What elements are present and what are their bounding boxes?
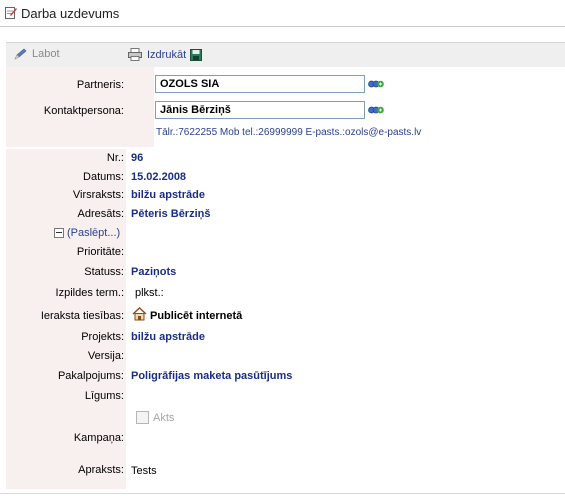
edit-button[interactable]: Labot bbox=[14, 48, 60, 60]
page-title: Darba uzdevums bbox=[21, 6, 120, 21]
description-value: Tests bbox=[131, 465, 157, 477]
edit-document-icon bbox=[5, 7, 17, 19]
contact-lookup-icon[interactable] bbox=[368, 104, 384, 116]
save-disk-icon[interactable] bbox=[190, 48, 203, 61]
description-label: Apraksts: bbox=[78, 464, 124, 476]
version-label: Versija: bbox=[87, 350, 124, 362]
date-value: 15.02.2008 bbox=[131, 171, 187, 183]
hide-details-toggle[interactable]: (Paslēpt...) bbox=[54, 227, 120, 239]
due-time-value: plkst.: bbox=[135, 287, 164, 299]
subject-label: Virsraksts: bbox=[72, 189, 124, 201]
collapse-icon bbox=[54, 228, 64, 238]
hide-details-label: (Paslēpt...) bbox=[67, 227, 121, 239]
due-label: Izpildes term.: bbox=[55, 287, 124, 299]
contact-details: Tālr.:7622255 Mob tel.:26999999 E-pasts.… bbox=[156, 127, 422, 138]
printer-icon bbox=[128, 48, 142, 61]
nr-label: Nr.: bbox=[106, 152, 124, 164]
akts-checkbox[interactable] bbox=[136, 411, 149, 424]
partner-label: Partneris: bbox=[76, 79, 124, 91]
access-value: Publicēt internetā bbox=[150, 310, 243, 322]
bottom-divider bbox=[0, 493, 565, 494]
print-button[interactable]: Izdrukāt bbox=[128, 48, 203, 61]
date-label: Datums: bbox=[83, 171, 124, 183]
pencil-icon bbox=[14, 48, 27, 60]
service-value: Poligrāfijas maketa pasūtījums bbox=[131, 370, 293, 382]
contact-person-input[interactable]: Jānis Bērziņš bbox=[155, 101, 365, 119]
partner-input[interactable]: OZOLS SIA bbox=[155, 75, 365, 93]
title-bar: Darba uzdevums bbox=[0, 0, 565, 27]
nr-value: 96 bbox=[131, 152, 144, 164]
status-value: Paziņots bbox=[131, 266, 177, 278]
house-icon bbox=[132, 307, 147, 321]
subject-value: bilžu apstrāde bbox=[131, 189, 205, 201]
service-label: Pakalpojums: bbox=[57, 370, 124, 382]
status-label: Statuss: bbox=[84, 266, 124, 278]
project-value: bilžu apstrāde bbox=[131, 331, 205, 343]
print-label: Izdrukāt bbox=[147, 48, 187, 61]
partner-lookup-icon[interactable] bbox=[368, 78, 384, 90]
edit-label: Labot bbox=[32, 48, 60, 60]
contact-person-label: Kontaktpersona: bbox=[43, 105, 124, 117]
campaign-label: Kampaņa: bbox=[73, 432, 124, 444]
priority-label: Prioritāte: bbox=[76, 246, 124, 258]
akts-label: Akts bbox=[153, 411, 175, 424]
contract-label: Līgums: bbox=[84, 390, 124, 402]
addressee-label: Adresāts: bbox=[77, 208, 124, 220]
toolbar: Labot Izdrukāt bbox=[6, 42, 565, 68]
addressee-value: Pēteris Bērziņš bbox=[131, 208, 211, 220]
akts-checkbox-row[interactable]: Akts bbox=[136, 411, 174, 424]
project-label: Projekts: bbox=[81, 331, 124, 343]
access-label: Ieraksta tiesības: bbox=[40, 310, 124, 322]
